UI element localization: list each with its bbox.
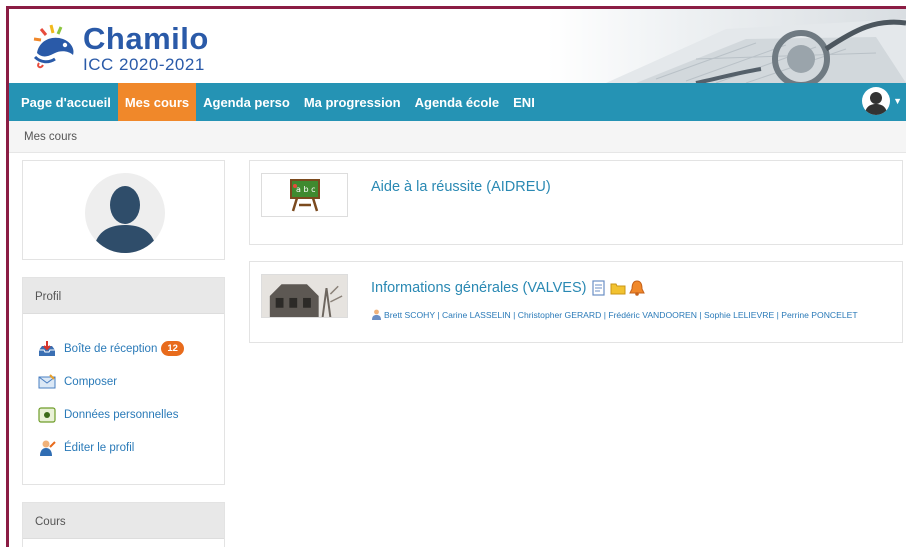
inbox-icon xyxy=(39,340,55,356)
svg-text:a b c: a b c xyxy=(296,185,315,194)
profile-panel-heading: Profil xyxy=(23,278,224,314)
course-title-link[interactable]: Aide à la réussite (AIDREU) xyxy=(371,179,551,195)
document-icon[interactable] xyxy=(591,280,607,296)
edit-profile-icon xyxy=(40,440,56,456)
menu-item-personal-data-label: Données personnelles xyxy=(64,408,179,421)
chamilo-logo[interactable]: Chamilo ICC 2020-2021 xyxy=(31,23,209,73)
course-thumbnail[interactable] xyxy=(261,274,348,318)
teacher-icon xyxy=(372,309,381,320)
nav-home[interactable]: Page d'accueil xyxy=(9,83,118,121)
menu-item-compose[interactable]: Composer xyxy=(23,365,224,398)
menu-item-inbox[interactable]: Boîte de réception 12 xyxy=(23,332,224,365)
profile-panel: Profil Boîte de réception 12 Composer Do… xyxy=(22,277,225,485)
chameleon-logo-icon xyxy=(33,24,74,69)
logo-title: Chamilo xyxy=(83,21,209,56)
profile-menu: Boîte de réception 12 Composer Données p… xyxy=(23,314,224,464)
breadcrumb: Mes cours xyxy=(9,121,906,153)
logo-subtitle: ICC 2020-2021 xyxy=(83,55,205,74)
course-card: Informations générales (VALVES) Brett SC… xyxy=(249,261,903,343)
envelope-icon xyxy=(38,373,56,388)
site-header: Chamilo ICC 2020-2021 xyxy=(9,9,906,83)
course-card: a b c Aide à la réussite (AIDREU) xyxy=(249,160,903,245)
course-title-link[interactable]: Informations générales (VALVES) xyxy=(371,280,586,296)
main-navbar: Page d'accueil Mes cours Agenda perso Ma… xyxy=(9,83,906,121)
user-avatar-panel xyxy=(22,160,225,260)
inbox-count-badge: 12 xyxy=(161,341,184,356)
course-title-row: Informations générales (VALVES) xyxy=(371,280,648,296)
personal-data-icon xyxy=(38,406,56,423)
breadcrumb-current: Mes cours xyxy=(24,131,78,143)
profile-avatar[interactable] xyxy=(85,173,165,253)
bell-icon[interactable] xyxy=(629,280,646,296)
stethoscope-banner-image xyxy=(606,19,906,83)
nav-personal-agenda[interactable]: Agenda perso xyxy=(196,83,297,121)
chalkboard-icon: a b c xyxy=(289,179,320,212)
nav-my-progress[interactable]: Ma progression xyxy=(297,83,408,121)
chevron-down-icon: ▼ xyxy=(893,96,902,106)
menu-item-personal-data[interactable]: Données personnelles xyxy=(23,398,224,431)
nav-eni[interactable]: ENI xyxy=(506,83,542,121)
course-teachers-list[interactable]: Brett SCOHY | Carine LASSELIN | Christop… xyxy=(384,310,858,320)
course-thumbnail[interactable]: a b c xyxy=(261,173,348,217)
nav-school-agenda[interactable]: Agenda école xyxy=(408,83,507,121)
courses-panel: Cours xyxy=(22,502,225,547)
building-photo xyxy=(262,275,347,317)
default-user-silhouette-icon xyxy=(93,186,157,253)
menu-item-edit-profile[interactable]: Éditer le profil xyxy=(23,431,224,464)
user-menu-dropdown[interactable]: ▼ xyxy=(862,87,902,115)
courses-panel-heading: Cours xyxy=(23,503,224,539)
folder-icon[interactable] xyxy=(610,280,626,296)
menu-item-inbox-label: Boîte de réception xyxy=(64,342,158,355)
user-avatar-icon xyxy=(862,87,891,115)
nav-my-courses[interactable]: Mes cours xyxy=(117,83,197,121)
menu-item-compose-label: Composer xyxy=(64,375,118,388)
course-teachers: Brett SCOHY | Carine LASSELIN | Christop… xyxy=(371,309,858,320)
course-status-icons xyxy=(591,280,648,296)
menu-item-edit-profile-label: Éditer le profil xyxy=(64,441,135,454)
